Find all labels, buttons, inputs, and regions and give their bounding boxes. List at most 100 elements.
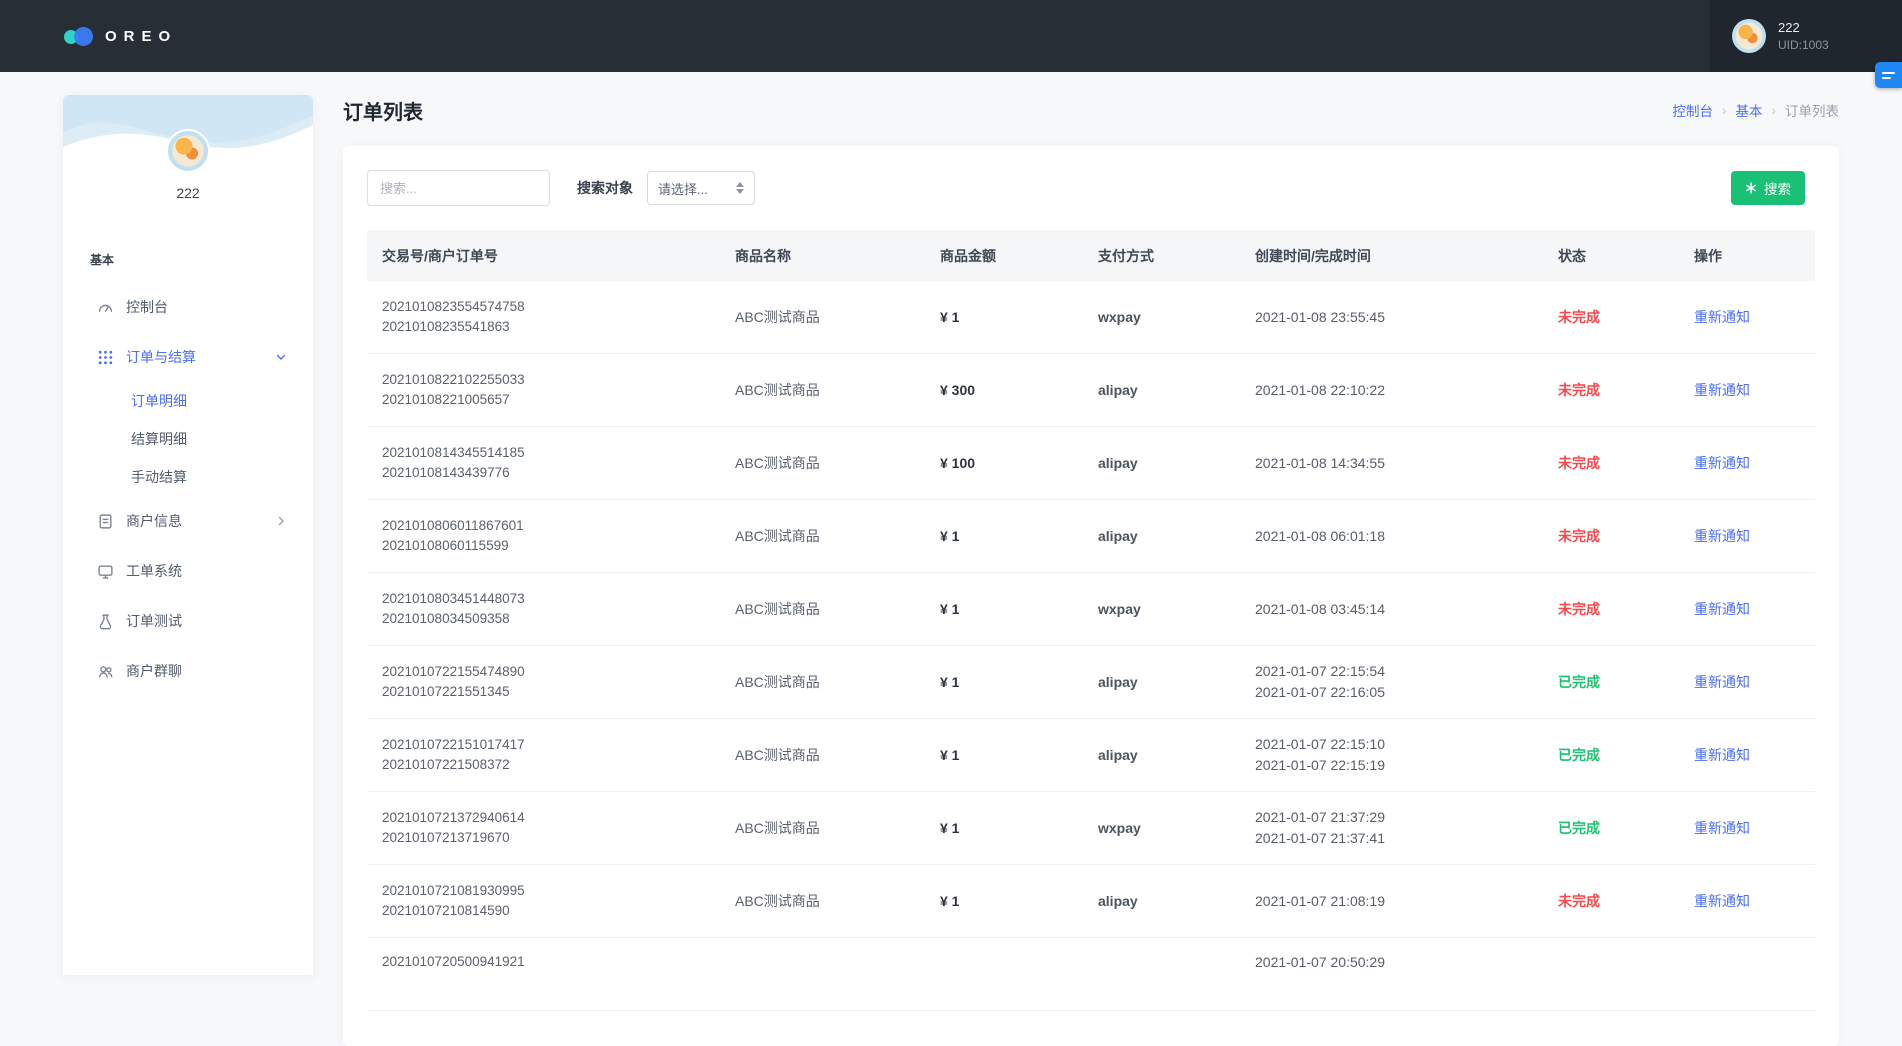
tool-bars-icon <box>1882 69 1895 82</box>
merchant-order-no: 20210107210814590 <box>382 901 720 921</box>
product-amount: ¥ 1 <box>925 309 1083 325</box>
pay-method: wxpay <box>1083 601 1240 617</box>
app-logo[interactable]: OREO <box>64 27 177 46</box>
created-time: 2021-01-08 06:01:18 <box>1255 526 1543 547</box>
product-name: ABC测试商品 <box>720 745 925 765</box>
renotify-link[interactable]: 重新通知 <box>1694 747 1750 763</box>
pay-method: alipay <box>1083 528 1240 544</box>
trade-no: 2021010722151017417 <box>382 735 720 755</box>
action-cell <box>1679 938 1815 952</box>
merchant-order-no: 20210108221005657 <box>382 390 720 410</box>
status-cell: 未完成 <box>1543 307 1679 327</box>
product-amount: ¥ 1 <box>925 674 1083 690</box>
breadcrumb: 控制台›基本›订单列表 <box>1673 100 1840 120</box>
product-amount: ¥ 300 <box>925 382 1083 398</box>
product-name: ABC测试商品 <box>720 599 925 619</box>
pay-method: alipay <box>1083 893 1240 909</box>
table-row: 202101080601186760120210108060115599 ABC… <box>367 500 1815 573</box>
action-cell: 重新通知 <box>1679 380 1815 400</box>
breadcrumb-separator: › <box>1772 103 1777 118</box>
order-numbers: 202101072215101741720210107221508372 <box>367 735 720 775</box>
pay-method: alipay <box>1083 674 1240 690</box>
sidebar-item[interactable]: 工单系统 <box>63 546 313 596</box>
merchant-order-no: 20210107221508372 <box>382 755 720 775</box>
profile-avatar[interactable] <box>166 129 210 173</box>
sidebar-item-label: 商户群聊 <box>126 661 182 681</box>
search-target-select[interactable]: 请选择... <box>647 171 755 205</box>
product-name: ABC测试商品 <box>720 453 925 473</box>
trade-no: 2021010814345514185 <box>382 443 720 463</box>
product-name <box>720 938 925 952</box>
table-row: 202101072137294061420210107213719670 ABC… <box>367 792 1815 865</box>
merchant-order-no: 20210108235541863 <box>382 317 720 337</box>
navbar-user-menu[interactable]: 222 UID:1003 <box>1710 0 1902 72</box>
sidebar-item-label: 结算明细 <box>131 429 187 449</box>
sidebar-item[interactable]: 商户群聊 <box>63 646 313 696</box>
gauge-icon <box>97 299 114 316</box>
renotify-link[interactable]: 重新通知 <box>1694 382 1750 398</box>
sidebar-item[interactable]: 手动结算 <box>63 458 313 496</box>
status-cell: 已完成 <box>1543 745 1679 765</box>
trade-no: 2021010721372940614 <box>382 808 720 828</box>
renotify-link[interactable]: 重新通知 <box>1694 674 1750 690</box>
product-amount: ¥ 1 <box>925 747 1083 763</box>
select-value: 请选择... <box>658 179 708 198</box>
sidebar-item[interactable]: 订单与结算 <box>63 332 313 382</box>
pay-method: alipay <box>1083 382 1240 398</box>
search-button[interactable]: 搜索 <box>1731 171 1805 205</box>
order-times: 2021-01-07 22:15:542021-01-07 22:16:05 <box>1240 661 1543 703</box>
status-badge: 未完成 <box>1558 528 1600 544</box>
sidebar-item[interactable]: 结算明细 <box>63 420 313 458</box>
main-content: 订单列表 控制台›基本›订单列表 搜索对象 请选择... 搜索 交易号/商户订单… <box>343 97 1839 1046</box>
sidebar-item[interactable]: 控制台 <box>63 282 313 332</box>
status-badge: 未完成 <box>1558 309 1600 325</box>
order-times: 2021-01-08 03:45:14 <box>1240 599 1543 620</box>
column-header: 创建时间/完成时间 <box>1240 246 1543 266</box>
trade-no: 2021010823554574758 <box>382 297 720 317</box>
breadcrumb-item[interactable]: 控制台 <box>1673 100 1714 120</box>
merchant-order-no: 20210108060115599 <box>382 536 720 556</box>
user-uid: UID:1003 <box>1778 38 1829 53</box>
product-name: ABC测试商品 <box>720 307 925 327</box>
renotify-link[interactable]: 重新通知 <box>1694 309 1750 325</box>
sidebar-item[interactable]: 订单测试 <box>63 596 313 646</box>
renotify-link[interactable]: 重新通知 <box>1694 893 1750 909</box>
trade-no: 2021010720500941921 <box>382 952 720 972</box>
renotify-link[interactable]: 重新通知 <box>1694 528 1750 544</box>
trade-no: 2021010803451448073 <box>382 589 720 609</box>
status-cell: 已完成 <box>1543 818 1679 838</box>
sidebar-item[interactable]: 订单明细 <box>63 382 313 420</box>
trade-no: 2021010822102255033 <box>382 370 720 390</box>
status-cell: 已完成 <box>1543 672 1679 692</box>
sidebar-item-label: 商户信息 <box>126 511 182 531</box>
product-name: ABC测试商品 <box>720 380 925 400</box>
action-cell: 重新通知 <box>1679 307 1815 327</box>
table-row: 202101080345144807320210108034509358 ABC… <box>367 573 1815 646</box>
column-header: 交易号/商户订单号 <box>367 246 720 266</box>
renotify-link[interactable]: 重新通知 <box>1694 455 1750 471</box>
order-times: 2021-01-08 22:10:22 <box>1240 380 1543 401</box>
order-numbers: 202101072137294061420210107213719670 <box>367 808 720 848</box>
action-cell: 重新通知 <box>1679 599 1815 619</box>
orders-card: 搜索对象 请选择... 搜索 交易号/商户订单号商品名称商品金额支付方式创建时间… <box>343 146 1839 1046</box>
search-input[interactable] <box>367 170 550 206</box>
sidebar-menu: 控制台订单与结算订单明细结算明细手动结算商户信息工单系统订单测试商户群聊 <box>63 282 313 696</box>
breadcrumb-separator: › <box>1722 103 1727 118</box>
status-badge: 未完成 <box>1558 382 1600 398</box>
created-time: 2021-01-07 22:15:10 <box>1255 734 1543 755</box>
order-numbers: 202101082210225503320210108221005657 <box>367 370 720 410</box>
product-name: ABC测试商品 <box>720 818 925 838</box>
breadcrumb-item[interactable]: 基本 <box>1736 100 1763 120</box>
product-amount: ¥ 1 <box>925 893 1083 909</box>
renotify-link[interactable]: 重新通知 <box>1694 601 1750 617</box>
floating-tool-icon[interactable] <box>1875 62 1902 88</box>
created-time: 2021-01-07 21:08:19 <box>1255 891 1543 912</box>
product-name: ABC测试商品 <box>720 891 925 911</box>
status-cell: 未完成 <box>1543 453 1679 473</box>
sidebar-item[interactable]: 商户信息 <box>63 496 313 546</box>
order-times: 2021-01-08 06:01:18 <box>1240 526 1543 547</box>
renotify-link[interactable]: 重新通知 <box>1694 820 1750 836</box>
menu-section-label: 基本 <box>90 251 313 268</box>
chevron-down-icon <box>275 351 287 363</box>
status-badge: 已完成 <box>1558 674 1600 690</box>
